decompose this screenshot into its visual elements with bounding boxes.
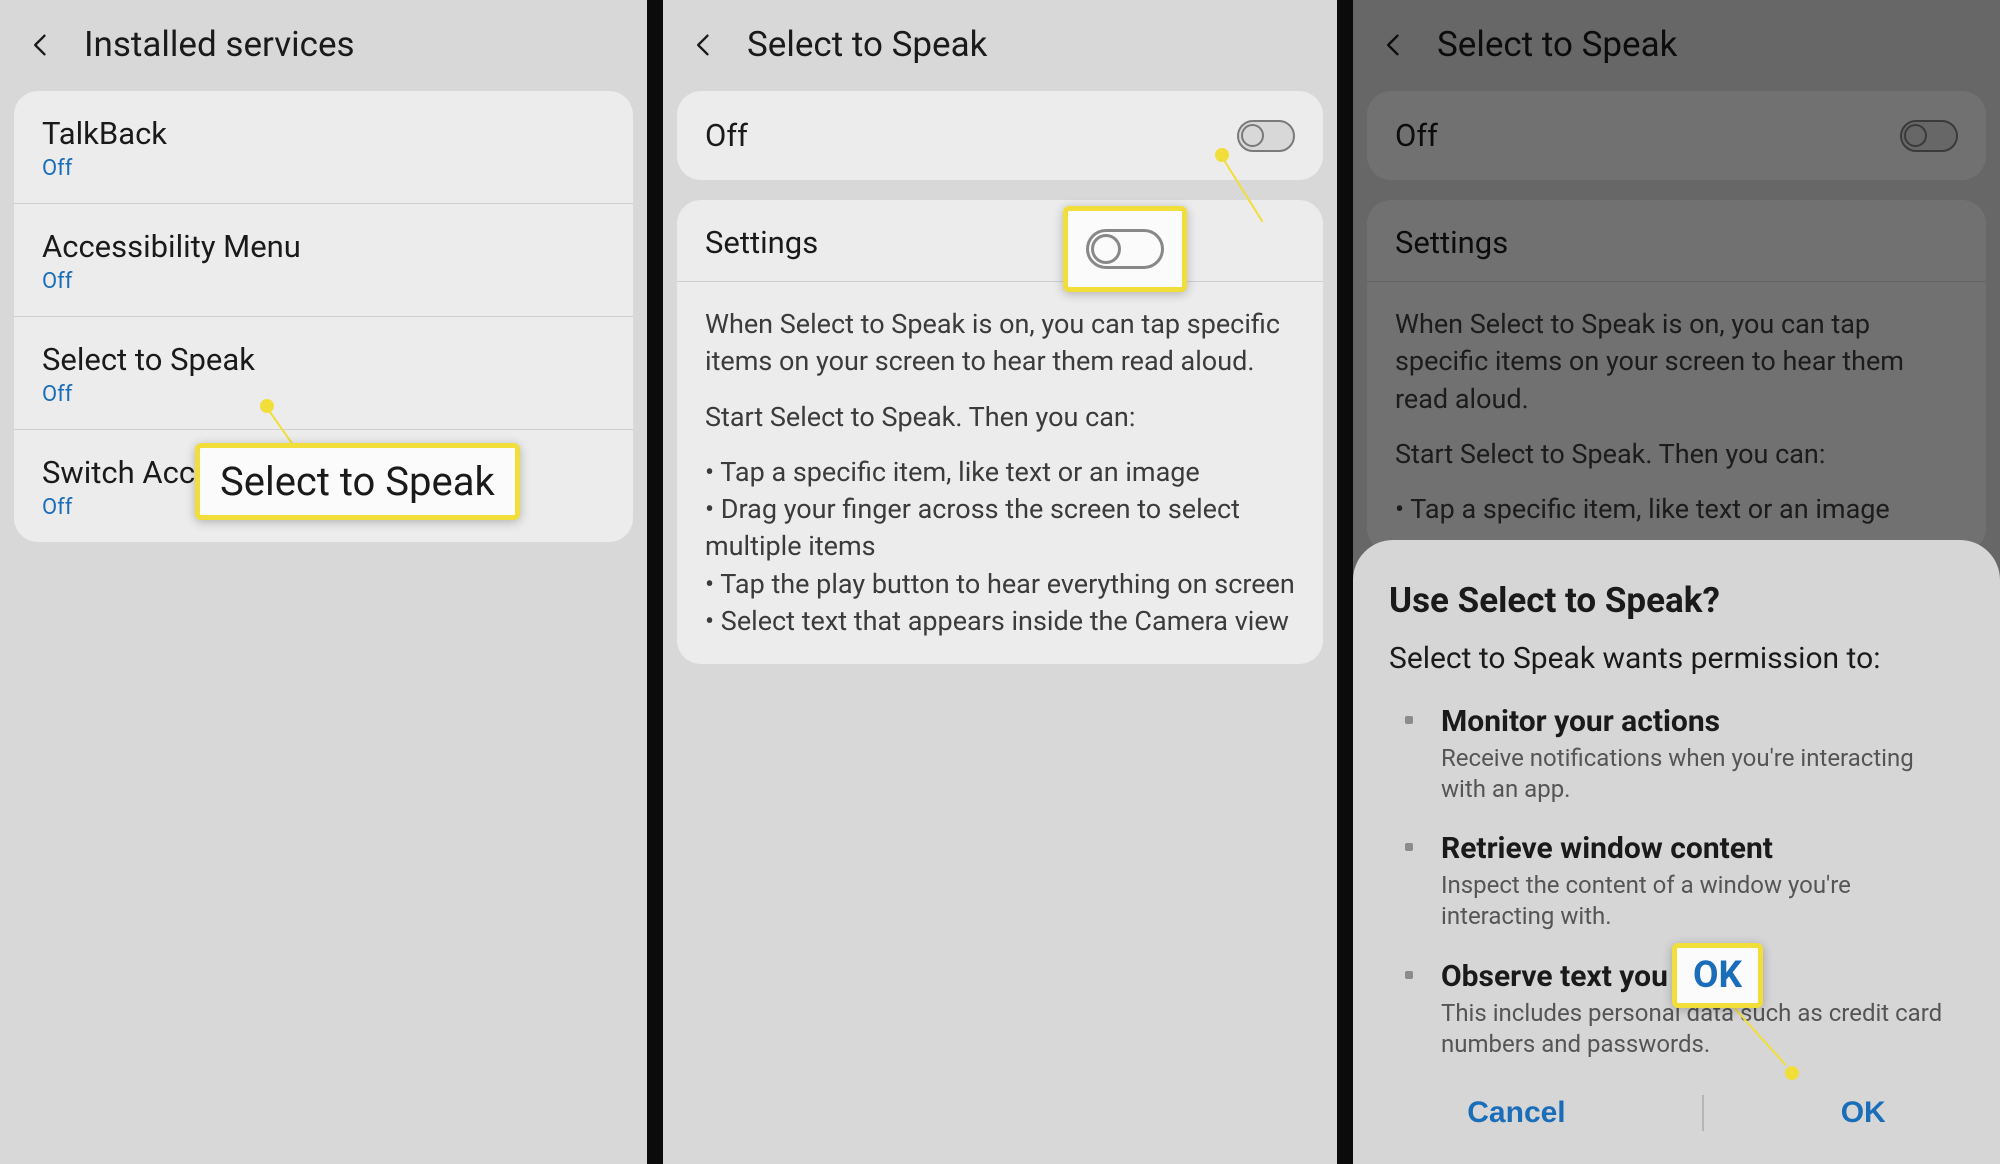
- service-status: Off: [42, 156, 605, 181]
- info-bullets: • Tap a specific item, like text or an i…: [705, 454, 1295, 640]
- cancel-button[interactable]: Cancel: [1447, 1086, 1585, 1140]
- toggle-label: Off: [705, 117, 748, 154]
- dialog-buttons: Cancel OK: [1389, 1086, 1964, 1140]
- permission-desc: Inspect the content of a window you're i…: [1441, 870, 1964, 932]
- divider: [647, 0, 663, 1164]
- info-para-1: When Select to Speak is on, you can tap …: [705, 306, 1295, 381]
- dialog-subtitle: Select to Speak wants permission to:: [1389, 641, 1964, 676]
- callout-label: Select to Speak: [200, 448, 515, 515]
- service-status: Off: [42, 269, 605, 294]
- callout-toggle-thumb: [1091, 234, 1121, 264]
- ok-button[interactable]: OK: [1821, 1086, 1906, 1140]
- back-button[interactable]: [687, 28, 721, 62]
- phone-2-select-to-speak: Select to Speak Off Settings When Select…: [663, 0, 1337, 1164]
- bullet-icon: [1405, 843, 1413, 851]
- permission-monitor-actions: Monitor your actions Receive notificatio…: [1401, 704, 1964, 805]
- phone-3-permission-dialog: Select to Speak Off Settings When Select…: [1353, 0, 2000, 1164]
- service-select-to-speak[interactable]: Select to Speak Off: [14, 317, 633, 430]
- divider: [1337, 0, 1353, 1164]
- service-title: TalkBack: [42, 115, 605, 152]
- info-para-2: Start Select to Speak. Then you can:: [705, 399, 1295, 436]
- callout-label: OK: [1677, 948, 1758, 1003]
- highlight-dot: [260, 399, 274, 413]
- bullet-icon: [1405, 971, 1413, 979]
- settings-card: Settings When Select to Speak is on, you…: [677, 200, 1323, 664]
- permission-desc: Receive notifications when you're intera…: [1441, 743, 1964, 805]
- service-title: Select to Speak: [42, 341, 605, 378]
- callout-select-to-speak: Select to Speak: [195, 443, 520, 520]
- page-title: Select to Speak: [747, 24, 987, 65]
- callout-toggle-track: [1086, 229, 1164, 269]
- header-bar: Select to Speak: [663, 0, 1337, 91]
- bullet-icon: [1405, 716, 1413, 724]
- button-divider: [1702, 1095, 1704, 1131]
- service-status: Off: [42, 382, 605, 407]
- callout-toggle: [1063, 206, 1187, 292]
- callout-ok: OK: [1672, 943, 1763, 1008]
- toggle-thumb: [1241, 124, 1264, 147]
- info-text: When Select to Speak is on, you can tap …: [677, 282, 1323, 664]
- highlight-dot: [1785, 1066, 1799, 1080]
- permission-dialog: Use Select to Speak? Select to Speak wan…: [1353, 540, 2000, 1164]
- toggle-switch[interactable]: [1237, 120, 1295, 152]
- back-button[interactable]: [24, 28, 58, 62]
- permission-retrieve-window: Retrieve window content Inspect the cont…: [1401, 831, 1964, 932]
- header-bar: Installed services: [0, 0, 647, 91]
- toggle-track: [1237, 120, 1295, 152]
- service-accessibility-menu[interactable]: Accessibility Menu Off: [14, 204, 633, 317]
- dialog-title: Use Select to Speak?: [1389, 580, 1964, 621]
- chevron-left-icon: [690, 31, 718, 59]
- page-title: Installed services: [84, 24, 355, 65]
- chevron-left-icon: [27, 31, 55, 59]
- permission-title: Monitor your actions: [1441, 704, 1964, 739]
- service-title: Accessibility Menu: [42, 228, 605, 265]
- phone-1-installed-services: Installed services TalkBack Off Accessib…: [0, 0, 647, 1164]
- service-talkback[interactable]: TalkBack Off: [14, 91, 633, 204]
- permission-title: Retrieve window content: [1441, 831, 1964, 866]
- settings-header[interactable]: Settings: [677, 200, 1323, 282]
- highlight-dot: [1215, 148, 1229, 162]
